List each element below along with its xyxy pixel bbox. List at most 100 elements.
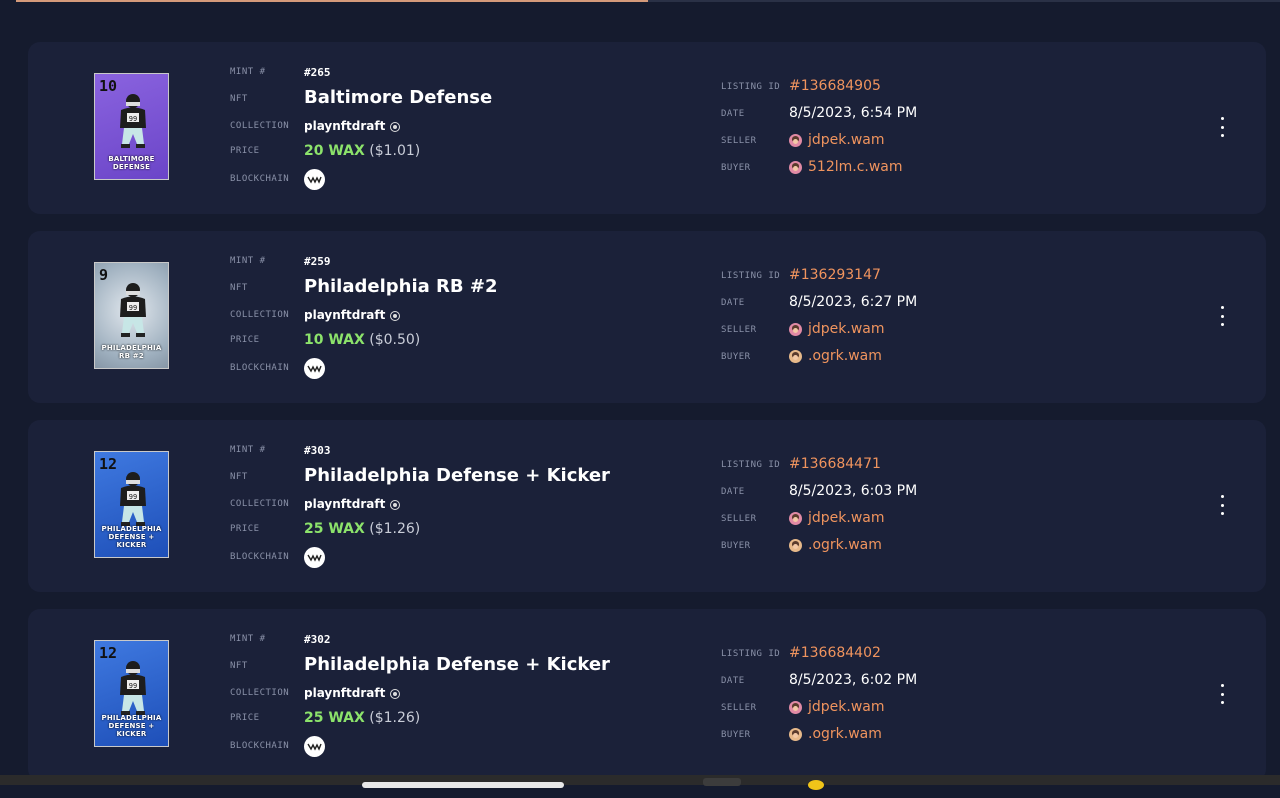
buyer-name: .ogrk.wam: [808, 348, 882, 364]
more-vertical-icon-dot: [1220, 701, 1224, 704]
more-options-button[interactable]: [1214, 684, 1230, 704]
more-vertical-icon: [1220, 117, 1224, 120]
nft-name-link[interactable]: Philadelphia RB #2: [304, 276, 498, 297]
listing-id-label: LISTING ID: [721, 649, 781, 659]
buyer-name: .ogrk.wam: [808, 726, 882, 742]
date-label: DATE: [721, 487, 745, 497]
price-usd: ($0.50): [369, 332, 421, 348]
buyer-link[interactable]: .ogrk.wam: [789, 537, 882, 553]
football-player-icon: 99: [120, 94, 146, 148]
listing-id-link[interactable]: #136684905: [789, 78, 881, 94]
seller-link[interactable]: jdpek.wam: [789, 699, 885, 715]
price-usd: ($1.26): [369, 521, 421, 537]
price-label: PRICE: [230, 146, 260, 156]
taskbar-item[interactable]: [362, 782, 564, 788]
listing-id-label: LISTING ID: [721, 271, 781, 281]
sale-date: 8/5/2023, 6:03 PM: [789, 483, 918, 499]
mint-number: #302: [304, 633, 331, 646]
mint-label: MINT #: [230, 634, 266, 644]
price-value: 25 WAX ($1.26): [304, 521, 420, 537]
nft-card-image[interactable]: 9 99 PHILADELPHIA RB #2: [94, 262, 169, 369]
more-vertical-icon-dot: [1220, 314, 1224, 318]
listing-id-link[interactable]: #136684471: [789, 456, 881, 472]
nft-card-image[interactable]: 10 99 BALTIMORE DEFENSE: [94, 73, 169, 180]
card-caption: PHILADELPHIA DEFENSE + KICKER: [101, 525, 162, 549]
seller-name: jdpek.wam: [808, 321, 885, 337]
buyer-label: BUYER: [721, 541, 751, 551]
nft-name-link[interactable]: Philadelphia Defense + Kicker: [304, 654, 610, 675]
listing-id-link[interactable]: #136684402: [789, 645, 881, 661]
listing-id-label: LISTING ID: [721, 82, 781, 92]
collection-link[interactable]: playnftdraft: [304, 497, 401, 511]
price-label: PRICE: [230, 335, 260, 345]
more-options-button[interactable]: [1214, 495, 1230, 515]
seller-avatar-icon: [789, 322, 802, 336]
more-vertical-icon-dot: [1220, 125, 1224, 129]
collection-link[interactable]: playnftdraft: [304, 686, 401, 700]
buyer-link[interactable]: .ogrk.wam: [789, 348, 882, 364]
price-value: 10 WAX ($0.50): [304, 332, 420, 348]
collection-label: COLLECTION: [230, 499, 290, 509]
buyer-avatar-icon: [789, 160, 802, 174]
sale-card: 12 99 PHILADELPHIA DEFENSE + KICKER MINT…: [28, 609, 1266, 781]
mint-label: MINT #: [230, 256, 266, 266]
blockchain-label: BLOCKCHAIN: [230, 174, 290, 184]
verified-icon: [390, 310, 401, 321]
price-wax: 20 WAX: [304, 143, 365, 159]
sale-date: 8/5/2023, 6:02 PM: [789, 672, 918, 688]
seller-link[interactable]: jdpek.wam: [789, 132, 885, 148]
buyer-label: BUYER: [721, 352, 751, 362]
mint-label: MINT #: [230, 67, 266, 77]
price-usd: ($1.26): [369, 710, 421, 726]
more-vertical-icon-dot: [1220, 503, 1224, 507]
buyer-avatar-icon: [789, 349, 802, 363]
nft-card-image[interactable]: 12 99 PHILADELPHIA DEFENSE + KICKER: [94, 451, 169, 558]
seller-label: SELLER: [721, 136, 757, 146]
date-label: DATE: [721, 109, 745, 119]
collection-name: playnftdraft: [304, 308, 386, 322]
more-vertical-icon-dot: [1220, 512, 1224, 515]
verified-icon: [390, 121, 401, 132]
collection-link[interactable]: playnftdraft: [304, 119, 401, 133]
more-vertical-icon: [1220, 684, 1224, 687]
buyer-name: .ogrk.wam: [808, 537, 882, 553]
seller-avatar-icon: [789, 700, 802, 714]
taskbar-app-icon[interactable]: [808, 780, 824, 790]
more-options-button[interactable]: [1214, 117, 1230, 137]
price-value: 20 WAX ($1.01): [304, 143, 420, 159]
svg-text:99: 99: [129, 682, 137, 690]
seller-link[interactable]: jdpek.wam: [789, 321, 885, 337]
blockchain-label: BLOCKCHAIN: [230, 552, 290, 562]
seller-label: SELLER: [721, 703, 757, 713]
nft-label: NFT: [230, 661, 248, 671]
collection-label: COLLECTION: [230, 121, 290, 131]
seller-avatar-icon: [789, 511, 802, 525]
nft-name-link[interactable]: Baltimore Defense: [304, 87, 492, 108]
nft-label: NFT: [230, 283, 248, 293]
date-label: DATE: [721, 298, 745, 308]
svg-text:99: 99: [129, 304, 137, 312]
mint-number: #265: [304, 66, 331, 79]
blockchain-label: BLOCKCHAIN: [230, 741, 290, 751]
seller-name: jdpek.wam: [808, 699, 885, 715]
buyer-link[interactable]: .ogrk.wam: [789, 726, 882, 742]
listing-id-label: LISTING ID: [721, 460, 781, 470]
buyer-name: 512lm.c.wam: [808, 159, 903, 175]
more-vertical-icon: [1220, 306, 1224, 309]
collection-link[interactable]: playnftdraft: [304, 308, 401, 322]
seller-link[interactable]: jdpek.wam: [789, 510, 885, 526]
date-label: DATE: [721, 676, 745, 686]
football-player-icon: 99: [120, 661, 146, 715]
more-options-button[interactable]: [1214, 306, 1230, 326]
nft-card-image[interactable]: 12 99 PHILADELPHIA DEFENSE + KICKER: [94, 640, 169, 747]
listing-id-link[interactable]: #136293147: [789, 267, 881, 283]
seller-label: SELLER: [721, 514, 757, 524]
buyer-link[interactable]: 512lm.c.wam: [789, 159, 903, 175]
football-player-icon: 99: [120, 472, 146, 526]
blockchain-label: BLOCKCHAIN: [230, 363, 290, 373]
mint-number: #259: [304, 255, 331, 268]
page-progress-fill: [16, 0, 648, 2]
price-label: PRICE: [230, 713, 260, 723]
nft-name-link[interactable]: Philadelphia Defense + Kicker: [304, 465, 610, 486]
nft-label: NFT: [230, 94, 248, 104]
